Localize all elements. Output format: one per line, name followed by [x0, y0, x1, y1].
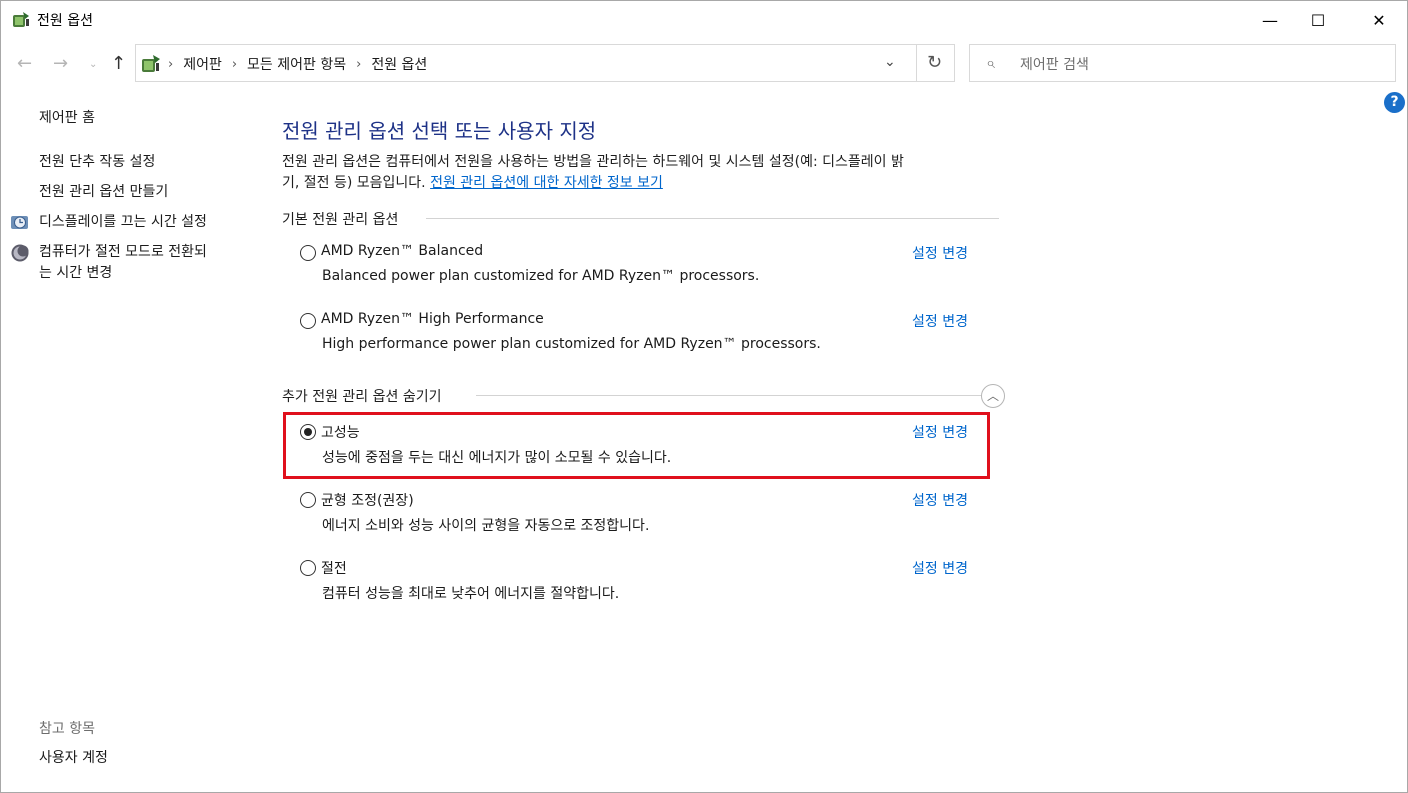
display-clock-icon — [11, 216, 28, 229]
sidebar-item-sleep-line2[interactable]: 는 시간 변경 — [39, 263, 112, 283]
address-bar[interactable]: › 제어판 › 모든 제어판 항목 › 전원 옵션 ⌄ ↻ — [135, 44, 955, 82]
change-settings-link[interactable]: 설정 변경 — [912, 490, 968, 510]
change-settings-link[interactable]: 설정 변경 — [912, 558, 968, 578]
plan-radio[interactable] — [300, 313, 316, 329]
search-placeholder: 제어판 검색 — [1020, 57, 1089, 73]
breadcrumb-all-items[interactable]: 모든 제어판 항목 — [247, 54, 346, 74]
plan-description: Balanced power plan customized for AMD R… — [322, 268, 760, 284]
plan-name[interactable]: AMD Ryzen™ Balanced — [321, 243, 483, 259]
change-settings-link[interactable]: 설정 변경 — [912, 243, 968, 263]
see-also-header: 참고 항목 — [39, 721, 95, 737]
maximize-button[interactable]: ☐ — [1295, 1, 1341, 39]
search-input[interactable]: ⌕ 제어판 검색 — [969, 44, 1396, 82]
plan-radio[interactable] — [300, 560, 316, 576]
control-panel-icon — [142, 55, 160, 72]
page-title: 전원 관리 옵션 선택 또는 사용자 지정 — [282, 119, 597, 143]
plan-name[interactable]: 절전 — [321, 558, 347, 578]
change-settings-link[interactable]: 설정 변경 — [912, 422, 968, 442]
chevron-up-icon[interactable]: ︿ — [981, 384, 1005, 408]
refresh-icon[interactable]: ↻ — [927, 52, 942, 73]
title-bar: 전원 옵션 — ☐ ✕ — [1, 1, 1407, 39]
more-info-link[interactable]: 전원 관리 옵션에 대한 자세한 정보 보기 — [430, 175, 663, 191]
minimize-button[interactable]: — — [1247, 1, 1293, 39]
help-icon[interactable]: ? — [1384, 92, 1405, 113]
plan-name[interactable]: 고성능 — [321, 422, 360, 442]
power-options-window: 전원 옵션 — ☐ ✕ ← → ⌄ ↑ › 제어판 › 모든 제어판 항목 › … — [0, 0, 1408, 793]
sleep-moon-icon — [11, 244, 29, 262]
divider — [426, 218, 999, 219]
search-icon: ⌕ — [986, 53, 995, 72]
breadcrumb-separator: › — [231, 56, 238, 72]
back-button[interactable]: ← — [17, 53, 32, 74]
sidebar-item-home[interactable]: 제어판 홈 — [39, 108, 95, 128]
plan-description: High performance power plan customized f… — [322, 336, 821, 352]
recent-locations-button[interactable]: ⌄ — [89, 59, 97, 70]
window-title: 전원 옵션 — [37, 13, 93, 29]
plan-description: 컴퓨터 성능을 최대로 낮추어 에너지를 절약합니다. — [322, 586, 620, 602]
up-button[interactable]: ↑ — [111, 53, 126, 74]
description-line-2: 기, 절전 등) 모음입니다. 전원 관리 옵션에 대한 자세한 정보 보기 — [282, 173, 1022, 194]
plan-name[interactable]: 균형 조정(권장) — [321, 490, 414, 510]
plan-radio[interactable] — [300, 245, 316, 261]
breadcrumb-separator: › — [356, 56, 362, 72]
plan-name[interactable]: AMD Ryzen™ High Performance — [321, 311, 544, 327]
group-header-basic: 기본 전원 관리 옵션 — [282, 212, 399, 228]
description-line-1: 전원 관리 옵션은 컴퓨터에서 전원을 사용하는 방법을 관리하는 하드웨어 및… — [282, 154, 904, 170]
breadcrumb: › 제어판 › 모든 제어판 항목 › 전원 옵션 — [168, 54, 427, 74]
change-settings-link[interactable]: 설정 변경 — [912, 311, 968, 331]
divider — [476, 395, 981, 396]
page-description: 전원 관리 옵션은 컴퓨터에서 전원을 사용하는 방법을 관리하는 하드웨어 및… — [282, 152, 1022, 194]
power-options-icon — [13, 12, 29, 27]
breadcrumb-separator: › — [168, 56, 174, 72]
sidebar-item-sleep-line1[interactable]: 컴퓨터가 절전 모드로 전환되 — [39, 242, 207, 262]
plan-radio-selected[interactable] — [300, 424, 316, 440]
plan-radio[interactable] — [300, 492, 316, 508]
address-divider — [916, 45, 917, 81]
plan-description: 에너지 소비와 성능 사이의 균형을 자동으로 조정합니다. — [322, 518, 650, 534]
plan-description: 성능에 중점을 두는 대신 에너지가 많이 소모될 수 있습니다. — [322, 450, 672, 466]
description-line-2-text: 기, 절전 등) 모음입니다. — [282, 175, 426, 191]
forward-button[interactable]: → — [53, 53, 68, 74]
selected-plan-highlight — [283, 412, 990, 479]
sidebar-item-display-off[interactable]: 디스플레이를 끄는 시간 설정 — [39, 212, 207, 232]
group-header-extra: 추가 전원 관리 옵션 숨기기 — [282, 389, 442, 405]
breadcrumb-control-panel[interactable]: 제어판 — [183, 54, 222, 74]
sidebar-item-power-buttons[interactable]: 전원 단추 작동 설정 — [39, 152, 155, 172]
sidebar-item-create-plan[interactable]: 전원 관리 옵션 만들기 — [39, 182, 168, 202]
breadcrumb-power-options[interactable]: 전원 옵션 — [371, 54, 427, 74]
chevron-down-icon[interactable]: ⌄ — [884, 54, 896, 70]
sidebar-item-user-accounts[interactable]: 사용자 계정 — [39, 748, 108, 768]
close-button[interactable]: ✕ — [1356, 1, 1402, 39]
